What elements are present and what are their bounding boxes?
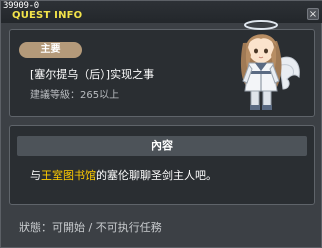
location-link[interactable]: 王室图书馆 <box>41 169 96 182</box>
window-title: QUEST INFO <box>12 10 83 21</box>
quest-status: 狀態：可開始 / 不可执行任務 <box>19 221 162 234</box>
description-suffix: 的塞伦聊聊圣剑主人吧。 <box>96 169 217 182</box>
content-header: 內容 <box>17 136 307 156</box>
close-button[interactable]: × <box>307 8 319 20</box>
quest-name: [塞尔提乌（后）]实现之事 <box>30 68 155 81</box>
quest-info-window: 39909-0 QUEST INFO × 主要 [塞尔提乌（后）]实现之事 建議… <box>0 0 322 248</box>
quest-description: 与王室图书馆的塞伦聊聊圣剑主人吧。 <box>30 169 217 183</box>
required-level: 建議等級：265以上 <box>30 90 120 101</box>
quest-type-badge: 主要 <box>19 42 82 58</box>
npc-portrait <box>240 20 300 110</box>
description-prefix: 与 <box>30 169 41 182</box>
